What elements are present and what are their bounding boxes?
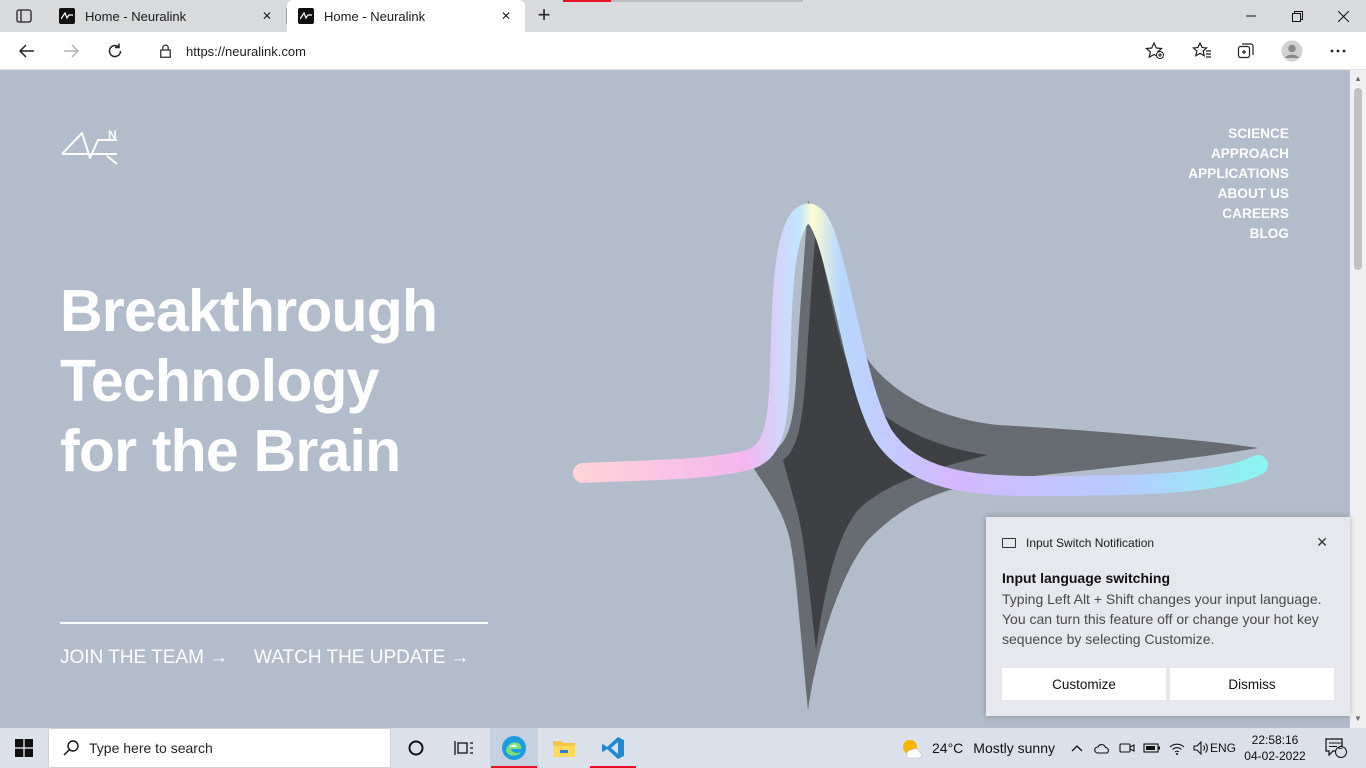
tab-actions-icon[interactable] — [12, 6, 36, 26]
battery-icon[interactable] — [1139, 728, 1164, 768]
weather-condition: Mostly sunny — [973, 740, 1055, 756]
keyboard-icon — [1002, 538, 1016, 548]
lock-icon[interactable] — [158, 44, 172, 58]
close-notification-icon[interactable]: ✕ — [1316, 533, 1328, 551]
neuralink-logo[interactable]: N — [60, 128, 120, 168]
hero-headline: Breakthrough Technology for the Brain — [60, 276, 438, 486]
join-the-team-link[interactable]: JOIN THE TEAM → — [60, 647, 228, 669]
scrollbar-thumb[interactable] — [1354, 88, 1362, 270]
join-the-team-label: JOIN THE TEAM — [60, 647, 204, 668]
taskbar: Type here to search 24°C Mostly sunny EN… — [0, 728, 1366, 768]
notification-app-name: Input Switch Notification — [1026, 536, 1155, 550]
logo-letter: N — [108, 128, 117, 142]
onedrive-icon[interactable] — [1089, 728, 1114, 768]
partly-sunny-icon — [903, 740, 922, 759]
clock-time: 22:58:16 — [1251, 733, 1299, 747]
input-language-indicator[interactable]: ENG — [1210, 728, 1236, 768]
hero-line-3: for the Brain — [60, 418, 401, 484]
tab-title: Home - Neuralink — [85, 8, 187, 24]
watch-the-update-label: WATCH THE UPDATE — [254, 647, 446, 668]
search-placeholder: Type here to search — [89, 740, 213, 756]
notification-header: Input Switch Notification — [1002, 536, 1154, 550]
system-tray — [1064, 728, 1214, 768]
temperature: 24°C — [932, 740, 964, 756]
more-options-icon[interactable] — [1323, 36, 1353, 66]
task-view-icon[interactable] — [440, 728, 488, 768]
cta-divider — [60, 622, 488, 624]
system-clock[interactable]: 22:58:16 04-02-2022 — [1240, 732, 1310, 764]
meet-now-icon[interactable] — [1114, 728, 1139, 768]
notification-heading: Input language switching — [1002, 570, 1170, 586]
scroll-down-arrow-icon[interactable]: ▼ — [1350, 712, 1366, 726]
notification-body: Typing Left Alt + Shift changes your inp… — [1002, 591, 1322, 647]
cortana-icon[interactable] — [392, 728, 440, 768]
tab-indicator-line — [563, 0, 611, 2]
tab-indicator-line-gray — [611, 0, 803, 2]
edge-taskbar-icon[interactable] — [490, 728, 538, 768]
wifi-icon[interactable] — [1164, 728, 1189, 768]
input-switch-notification: Input Switch Notification ✕ Input langua… — [986, 517, 1350, 716]
arrow-right-icon: → — [450, 647, 470, 668]
dismiss-button[interactable]: Dismiss — [1170, 668, 1334, 700]
tab-neuralink-2[interactable]: Home - Neuralink ✕ — [287, 0, 525, 32]
chevron-up-icon[interactable] — [1064, 728, 1089, 768]
close-tab-icon[interactable]: ✕ — [497, 7, 515, 25]
add-favorite-icon[interactable] — [1140, 36, 1170, 66]
page-scrollbar[interactable]: ▲ ▼ — [1350, 70, 1366, 728]
arrow-right-icon: → — [208, 647, 228, 668]
forward-button[interactable] — [56, 36, 86, 66]
back-button[interactable] — [12, 36, 42, 66]
url-text[interactable]: https://neuralink.com — [186, 44, 306, 59]
close-window-button[interactable] — [1320, 0, 1366, 32]
tab-bar: Home - Neuralink ✕ Home - Neuralink ✕ + — [0, 0, 1366, 32]
close-tab-icon[interactable]: ✕ — [258, 7, 276, 25]
profile-avatar-icon[interactable] — [1277, 36, 1307, 66]
minimize-button[interactable] — [1228, 0, 1274, 32]
weather-widget[interactable]: 24°C Mostly sunny — [900, 728, 1055, 768]
neuralink-favicon-icon — [298, 8, 314, 24]
watch-the-update-link[interactable]: WATCH THE UPDATE → — [254, 647, 469, 669]
new-tab-button[interactable]: + — [532, 4, 556, 28]
refresh-button[interactable] — [100, 36, 130, 66]
taskbar-search-box[interactable]: Type here to search — [48, 728, 391, 768]
notification-count: 2 — [1338, 741, 1344, 751]
favorites-icon[interactable] — [1187, 36, 1217, 66]
tab-neuralink-1[interactable]: Home - Neuralink ✕ — [48, 0, 287, 32]
clock-date: 04-02-2022 — [1244, 749, 1306, 763]
navigation-bar: https://neuralink.com — [0, 32, 1366, 70]
search-icon — [63, 740, 79, 756]
tab-title: Home - Neuralink — [324, 8, 426, 24]
windows-logo-icon — [15, 739, 33, 757]
action-center-icon[interactable]: 2 — [1316, 728, 1356, 768]
scroll-up-arrow-icon[interactable]: ▲ — [1350, 72, 1366, 86]
collections-icon[interactable] — [1231, 36, 1261, 66]
file-explorer-icon[interactable] — [540, 728, 588, 768]
vscode-icon[interactable] — [589, 728, 637, 768]
customize-button[interactable]: Customize — [1002, 668, 1166, 700]
start-button[interactable] — [0, 728, 48, 768]
restore-button[interactable] — [1274, 0, 1320, 32]
address-bar[interactable]: https://neuralink.com — [144, 36, 1174, 66]
neuralink-favicon-icon — [59, 8, 75, 24]
hero-line-2: Technology — [60, 348, 380, 414]
hero-line-1: Breakthrough — [60, 278, 438, 344]
